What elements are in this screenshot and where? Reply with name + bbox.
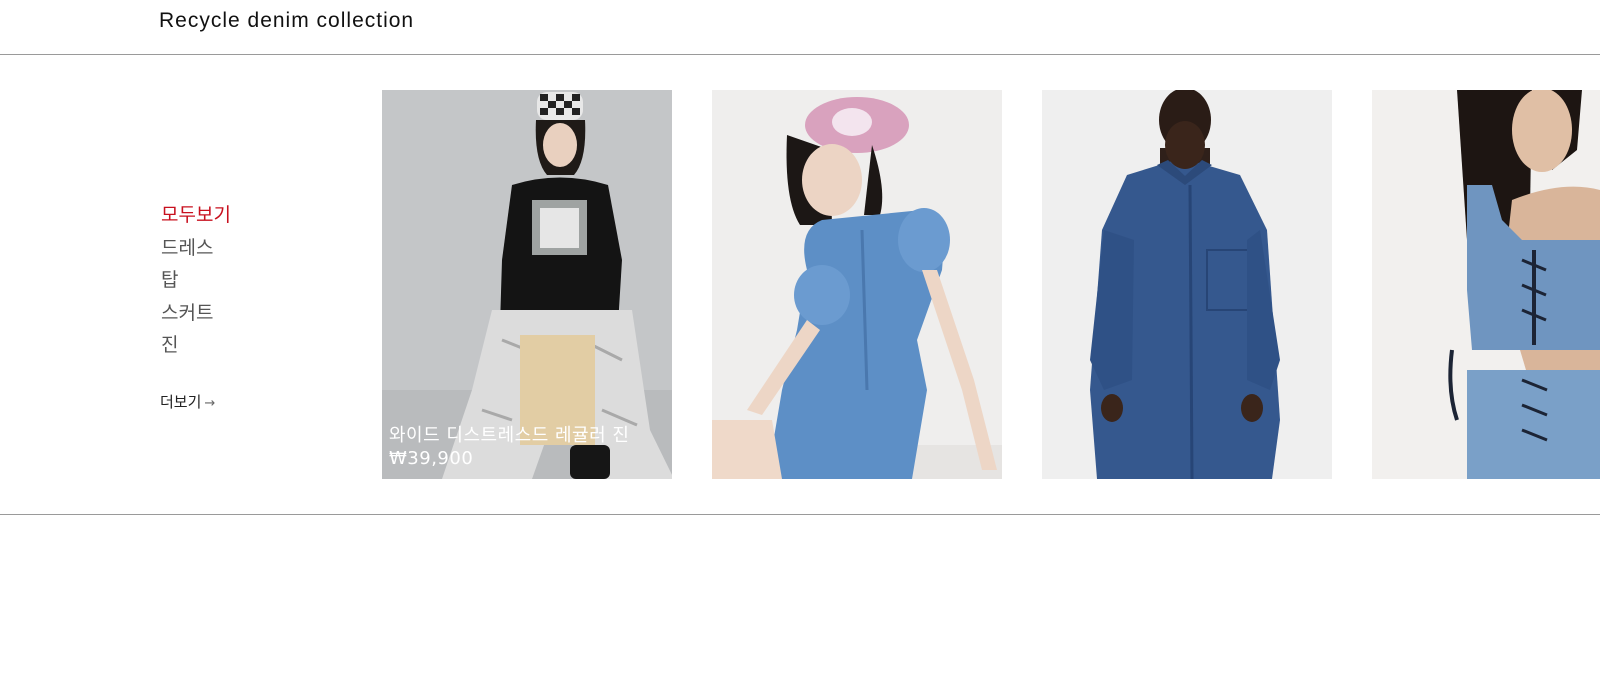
product-card[interactable]	[712, 90, 1002, 479]
product-price: ₩39,900	[389, 448, 474, 469]
product-image	[1042, 90, 1332, 479]
product-image	[1372, 90, 1600, 479]
page-title: Recycle denim collection	[159, 9, 415, 32]
product-card[interactable]	[1372, 90, 1600, 479]
product-carousel: 와이드 디스트레스드 레귤러 진 ₩39,900	[0, 90, 1600, 480]
page-header: Recycle denim collection	[0, 0, 1600, 55]
product-image	[382, 90, 672, 479]
product-image	[712, 90, 1002, 479]
product-card[interactable]: 와이드 디스트레스드 레귤러 진 ₩39,900	[382, 90, 672, 479]
product-card[interactable]	[1042, 90, 1332, 479]
product-name: 와이드 디스트레스드 레귤러 진	[389, 425, 630, 446]
product-caption: 와이드 디스트레스드 레귤러 진 ₩39,900	[389, 424, 629, 470]
section-divider	[0, 514, 1600, 515]
